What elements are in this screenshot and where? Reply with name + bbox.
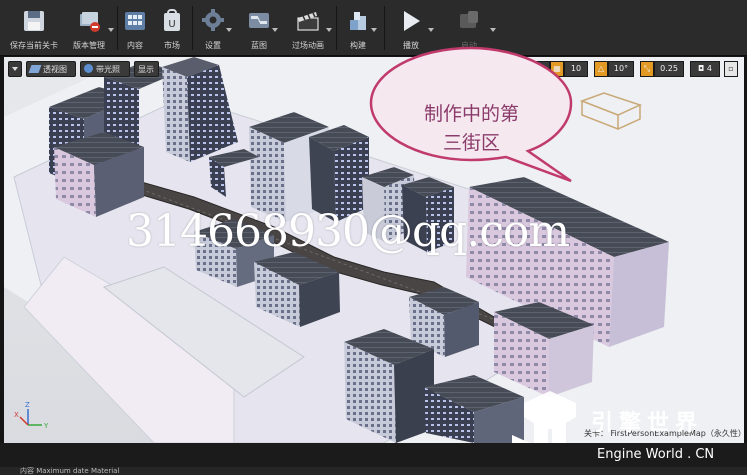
blueprints-label: 蓝图: [251, 41, 267, 50]
maximize-icon: ▫: [728, 64, 734, 73]
save-current-level-button[interactable]: 保存当前关卡: [4, 4, 64, 51]
rotation-snap-value[interactable]: 10°: [608, 61, 634, 77]
cinematics-dropdown-icon[interactable]: [326, 28, 332, 32]
cinematics-label: 过场动画: [292, 41, 324, 50]
blueprints-button[interactable]: 蓝图: [240, 4, 278, 51]
scale-snap-icon: ⤡: [643, 64, 651, 73]
camera-icon: ◘: [698, 64, 705, 73]
show-label: 显示: [138, 65, 154, 74]
bottom-strip-text: 内容 Maximum date Material: [20, 467, 120, 475]
source-control-icon: [80, 12, 100, 32]
svg-text:U: U: [168, 19, 175, 30]
viewport-options-button[interactable]: [8, 61, 22, 77]
blueprints-dropdown-icon[interactable]: [272, 28, 278, 32]
scale-snap-toggle[interactable]: ⤡: [640, 61, 654, 77]
source-control-button[interactable]: 版本管理: [64, 4, 114, 51]
lit-mode-button[interactable]: 带光照: [80, 61, 130, 77]
chevron-down-icon: [12, 67, 18, 71]
content-browser-icon: [125, 12, 145, 30]
svg-text:Y: Y: [43, 422, 49, 430]
logo-title: 引擎世界: [591, 411, 704, 436]
callout-line2: 三街区: [442, 132, 500, 154]
content-label: 内容: [127, 41, 143, 50]
svg-text:Z: Z: [25, 401, 30, 409]
rotation-snap-toggle[interactable]: △: [594, 61, 608, 77]
perspective-button[interactable]: 透视图: [26, 61, 76, 77]
content-browser-strip: 内容 Maximum date Material: [0, 467, 747, 475]
camera-speed-button[interactable]: ◘ 4: [690, 61, 720, 77]
maximize-viewport-button[interactable]: ▫: [724, 61, 738, 77]
toolbar-separator: [117, 6, 118, 50]
perspective-label: 透视图: [43, 65, 67, 74]
logo-subtitle: Engine World . CN: [597, 447, 715, 462]
source-control-label: 版本管理: [73, 41, 105, 50]
play-dropdown-icon[interactable]: [428, 28, 434, 32]
save-icon: [24, 11, 44, 31]
rotation-snap-value-label: 10°: [613, 64, 629, 73]
lit-sphere-icon: [84, 64, 93, 73]
marketplace-button[interactable]: U 市场: [156, 4, 188, 51]
build-icon: [350, 12, 366, 30]
toolbar-separator: [336, 6, 337, 50]
toolbar-separator: [192, 6, 193, 50]
marketplace-label: 市场: [164, 41, 180, 50]
play-icon: [404, 11, 420, 31]
cinematics-button[interactable]: 过场动画: [284, 4, 332, 51]
perspective-icon: [28, 65, 42, 73]
callout-text: 制作中的第 三街区: [394, 100, 549, 158]
camera-speed-label: 4: [706, 64, 712, 73]
settings-button[interactable]: 设置: [194, 4, 232, 51]
email-watermark: 314668930@qq.com: [126, 206, 570, 257]
settings-label: 设置: [205, 41, 221, 50]
source-control-dropdown-icon[interactable]: [108, 28, 114, 32]
gear-icon: [202, 9, 224, 31]
marketplace-icon: U: [164, 9, 180, 31]
callout-line1: 制作中的第: [423, 103, 519, 125]
launch-icon: [460, 11, 478, 28]
lit-mode-label: 带光照: [96, 65, 120, 74]
blueprint-icon: [249, 13, 269, 28]
save-current-level-label: 保存当前关卡: [10, 41, 58, 50]
angle-icon: △: [597, 64, 605, 73]
launch-dropdown-icon[interactable]: [490, 28, 496, 32]
show-button[interactable]: 显示: [134, 61, 159, 77]
scale-snap-value[interactable]: 0.25: [654, 61, 684, 77]
clapperboard-icon: [297, 12, 319, 31]
content-button[interactable]: 内容: [120, 4, 150, 51]
svg-text:X: X: [14, 411, 19, 419]
settings-dropdown-icon[interactable]: [226, 28, 232, 32]
build-dropdown-icon[interactable]: [371, 28, 377, 32]
scale-snap-value-label: 0.25: [660, 64, 678, 73]
